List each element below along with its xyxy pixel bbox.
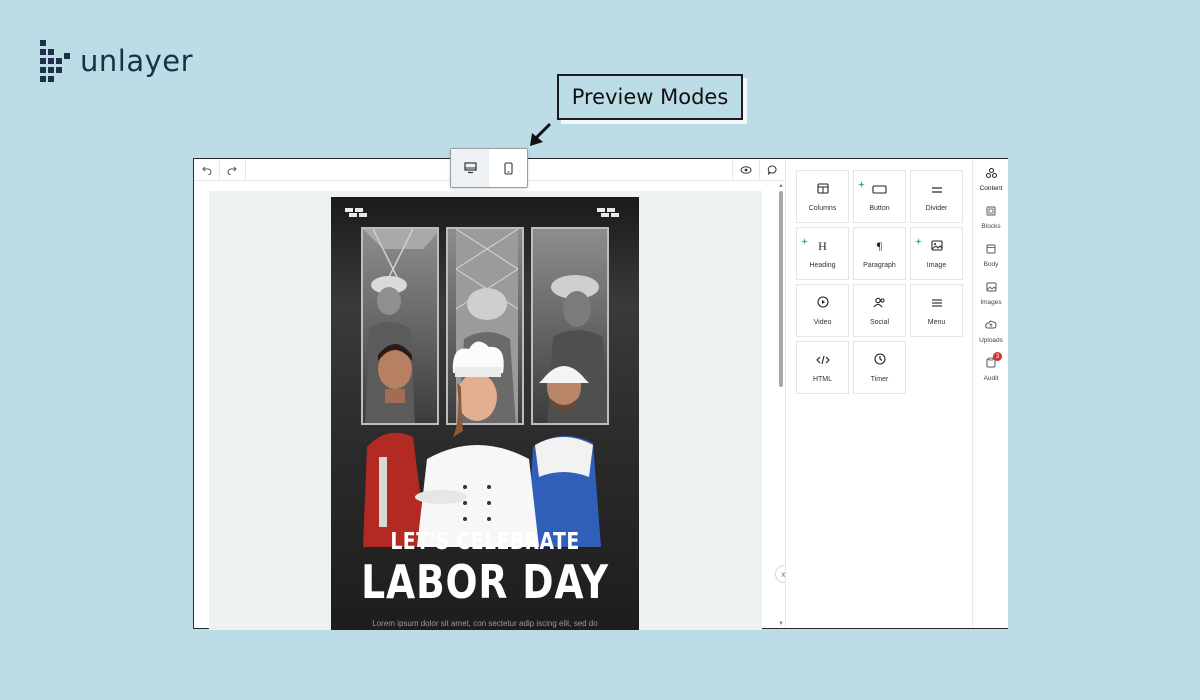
tool-grid: Columns Button Divider H Heading ¶ Paragraph Im… xyxy=(796,170,963,394)
labor-day-poster[interactable]: LET'S CELEBRATE LABOR DAY Lorem ipsum do… xyxy=(331,197,639,630)
tool-label: HTML xyxy=(812,376,833,383)
menu-icon xyxy=(931,295,943,313)
poster-headline-large: LABOR DAY xyxy=(361,555,609,609)
side-tab-body[interactable]: Body xyxy=(973,235,1009,273)
svg-text:H: H xyxy=(818,240,827,251)
tool-label: Image xyxy=(926,262,947,269)
tool-columns[interactable]: Columns xyxy=(796,170,849,223)
sparkle-icon xyxy=(801,232,808,245)
html-icon xyxy=(815,352,830,370)
tool-label: Heading xyxy=(809,262,836,269)
redo-icon[interactable] xyxy=(221,161,243,179)
button-icon xyxy=(872,181,887,199)
side-tab-uploads[interactable]: Uploads xyxy=(973,311,1009,349)
uploads-icon xyxy=(985,317,997,335)
desktop-icon[interactable] xyxy=(451,149,489,187)
undo-icon[interactable] xyxy=(196,161,218,179)
image-icon xyxy=(930,238,943,256)
tool-menu[interactable]: Menu xyxy=(910,284,963,337)
poster-body-text: Lorem ipsum dolor sit amet, con sectetur… xyxy=(372,619,598,628)
blocks-icon xyxy=(986,203,996,221)
workers-photo xyxy=(363,341,601,547)
side-tab-label: Content xyxy=(979,184,1003,192)
tool-label: Social xyxy=(869,319,890,326)
tool-timer[interactable]: Timer xyxy=(853,341,906,394)
eye-icon[interactable] xyxy=(735,161,757,179)
sparkle-icon xyxy=(915,232,922,245)
heading-icon: H xyxy=(817,238,828,256)
comment-icon[interactable] xyxy=(761,161,783,179)
unlayer-logo: unlayer xyxy=(40,40,193,82)
content-icon xyxy=(985,165,997,183)
timer-icon xyxy=(873,352,886,370)
side-tab-label: Blocks xyxy=(981,222,1001,230)
tool-video[interactable]: Video xyxy=(796,284,849,337)
tool-social[interactable]: Social xyxy=(853,284,906,337)
side-tab-label: Audit xyxy=(983,374,999,382)
video-icon xyxy=(816,295,829,313)
side-tabs: Content Blocks Body Images Uploads Audit 3 xyxy=(972,159,1008,628)
logo-text: unlayer xyxy=(80,44,194,78)
editor-window: LET'S CELEBRATE LABOR DAY Lorem ipsum do… xyxy=(193,148,1008,630)
tool-button[interactable]: Button xyxy=(853,170,906,223)
tool-label: Paragraph xyxy=(863,262,896,269)
poster-headline-small: LET'S CELEBRATE xyxy=(390,529,580,555)
arrow-down-left-icon xyxy=(530,122,552,146)
tool-html[interactable]: HTML xyxy=(796,341,849,394)
tool-image[interactable]: Image xyxy=(910,227,963,280)
divider-icon xyxy=(931,181,943,199)
side-tab-label: Body xyxy=(983,260,999,268)
tool-label: Menu xyxy=(927,319,946,326)
side-tab-images[interactable]: Images xyxy=(973,273,1009,311)
tool-label: Timer xyxy=(870,376,889,383)
tool-label: Columns xyxy=(808,205,837,212)
content-tools-panel: Columns Button Divider H Heading ¶ Paragraph Im… xyxy=(785,159,972,628)
body-icon xyxy=(986,241,996,259)
canvas-scrollbar[interactable]: ▲ ▼ xyxy=(778,183,784,629)
unlayer-logo-icon xyxy=(40,40,70,82)
svg-text:¶: ¶ xyxy=(877,240,883,251)
audit-count-badge: 3 xyxy=(993,352,1002,361)
tool-divider[interactable]: Divider xyxy=(910,170,963,223)
side-tab-blocks[interactable]: Blocks xyxy=(973,197,1009,235)
side-tab-audit[interactable]: Audit 3 xyxy=(973,349,1009,387)
side-tab-label: Uploads xyxy=(979,336,1003,344)
tool-paragraph[interactable]: ¶ Paragraph xyxy=(853,227,906,280)
sparkle-icon xyxy=(858,175,865,188)
tool-label: Divider xyxy=(925,205,948,212)
scroll-thumb[interactable] xyxy=(779,191,783,387)
tool-heading[interactable]: H Heading xyxy=(796,227,849,280)
columns-icon xyxy=(816,181,829,199)
preview-modes-callout: Preview Modes xyxy=(557,74,743,120)
images-icon xyxy=(986,279,997,297)
side-tab-content[interactable]: Content xyxy=(973,159,1009,197)
tool-label: Video xyxy=(813,319,832,326)
paragraph-icon: ¶ xyxy=(874,238,885,256)
mobile-icon[interactable] xyxy=(489,149,527,187)
side-tab-label: Images xyxy=(980,298,1002,306)
preview-modes-switcher xyxy=(450,148,528,188)
tool-label: Button xyxy=(869,205,890,212)
email-canvas[interactable]: LET'S CELEBRATE LABOR DAY Lorem ipsum do… xyxy=(209,191,762,630)
social-icon xyxy=(873,295,886,313)
